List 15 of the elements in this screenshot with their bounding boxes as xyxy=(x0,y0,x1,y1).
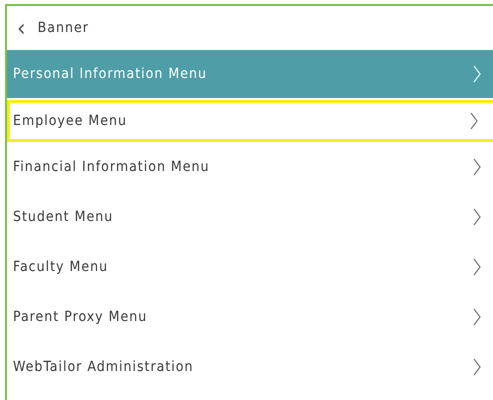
header-title: Banner xyxy=(38,20,89,36)
menu-item[interactable]: Faculty Menu xyxy=(7,242,493,292)
chevron-icon xyxy=(472,65,482,83)
menu-item[interactable]: Parent Proxy Menu xyxy=(7,292,493,342)
back-icon[interactable]: ‹ xyxy=(17,14,26,42)
chevron-icon xyxy=(472,208,482,226)
chevron-icon xyxy=(469,112,479,130)
chevron-icon xyxy=(472,308,482,326)
menu-item[interactable]: Student Menu xyxy=(7,192,493,242)
chevron-icon xyxy=(472,158,482,176)
menu-item[interactable]: WebTailor Administration xyxy=(7,342,493,392)
menu-item[interactable]: Employee Menu xyxy=(7,100,493,142)
chevron-icon xyxy=(472,358,482,376)
menu-item[interactable]: Financial Information Menu xyxy=(7,142,493,192)
chevron-icon xyxy=(472,258,482,276)
